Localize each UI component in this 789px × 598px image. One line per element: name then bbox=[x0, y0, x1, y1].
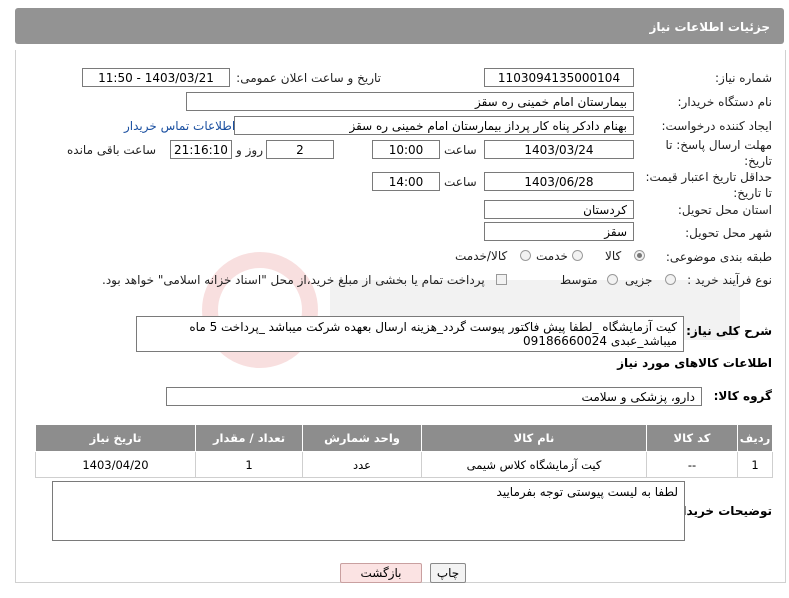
creator-label: ایجاد کننده درخواست: bbox=[661, 119, 772, 133]
process-medium-radio[interactable] bbox=[607, 274, 618, 285]
col-row: ردیف bbox=[737, 424, 773, 452]
province-field: کردستان bbox=[484, 200, 634, 219]
page-header: جزئیات اطلاعات نیاز bbox=[15, 8, 784, 44]
province-label: استان محل تحویل: bbox=[677, 203, 772, 217]
process-type-label: نوع فرآیند خرید : bbox=[687, 273, 772, 287]
city-field: سقز bbox=[484, 222, 634, 241]
city-label: شهر محل تحویل: bbox=[685, 226, 772, 240]
table-row: 1 -- کیت آزمایشگاه کلاس شیمی عدد 1 1403/… bbox=[35, 451, 773, 478]
description-label: شرح کلی نیاز: bbox=[686, 324, 772, 338]
category-service-radio[interactable] bbox=[572, 250, 583, 261]
goods-table-header: ردیف کد کالا نام کالا واحد شمارش تعداد /… bbox=[35, 424, 773, 452]
deadline-time-field: 10:00 bbox=[372, 140, 440, 159]
category-label: طبقه بندی موضوعی: bbox=[665, 250, 772, 264]
page-title: جزئیات اطلاعات نیاز bbox=[649, 20, 770, 34]
back-button[interactable]: بازگشت bbox=[340, 563, 422, 583]
cell-need-date: 1403/04/20 bbox=[35, 451, 196, 478]
buyer-contact-link[interactable]: اطلاعات تماس خریدار bbox=[124, 119, 235, 133]
process-medium-label: متوسط bbox=[560, 273, 598, 287]
deadline-date-field: 1403/03/24 bbox=[484, 140, 634, 159]
description-field: کیت آزمایشگاه _لطفا پیش فاکتور پیوست گرد… bbox=[136, 316, 684, 352]
category-goods-label: کالا bbox=[605, 249, 622, 263]
cell-quantity: 1 bbox=[195, 451, 303, 478]
category-both-label: کالا/خدمت bbox=[455, 249, 508, 263]
buyer-org-label: نام دستگاه خریدار: bbox=[677, 95, 773, 109]
treasury-payment-note: پرداخت تمام یا بخشی از مبلغ خرید،از محل … bbox=[102, 273, 485, 287]
goods-section-title: اطلاعات کالاهای مورد نیاز bbox=[617, 356, 772, 370]
creator-field: بهنام دادکر پناه کار پرداز بیمارستان اما… bbox=[234, 116, 634, 135]
category-both-radio[interactable] bbox=[520, 250, 531, 261]
validity-time-field: 14:00 bbox=[372, 172, 440, 191]
cell-row: 1 bbox=[737, 451, 773, 478]
buyer-notes-label: توضیحات خریدار: bbox=[670, 504, 772, 518]
remaining-time-field: 21:16:10 bbox=[170, 140, 232, 159]
category-service-label: خدمت bbox=[536, 249, 568, 263]
deadline-label: مهلت ارسال پاسخ: تا تاریخ: bbox=[665, 138, 772, 168]
cell-unit: عدد bbox=[302, 451, 422, 478]
validity-date-field: 1403/06/28 bbox=[484, 172, 634, 191]
col-quantity: تعداد / مقدار bbox=[195, 424, 303, 452]
process-minor-label: جزیی bbox=[625, 273, 653, 287]
buyer-org-field: بیمارستان امام خمینی ره سقز bbox=[186, 92, 634, 111]
announce-date-field: 1403/03/21 - 11:50 bbox=[82, 68, 230, 87]
remaining-days-field: 2 bbox=[266, 140, 334, 159]
buyer-notes-field: لطفا به لیست پیوستی توجه بفرمایید bbox=[52, 481, 685, 541]
goods-group-field: دارو، پزشکی و سلامت bbox=[166, 387, 702, 406]
col-name: نام کالا bbox=[421, 424, 647, 452]
validity-label: حداقل تاریخ اعتبار قیمت: تا تاریخ: bbox=[645, 170, 772, 200]
col-need-date: تاریخ نیاز bbox=[35, 424, 196, 452]
cell-name: کیت آزمایشگاه کلاس شیمی bbox=[421, 451, 647, 478]
announce-date-label: تاریخ و ساعت اعلان عمومی: bbox=[236, 71, 381, 85]
deadline-time-label: ساعت bbox=[444, 143, 477, 157]
validity-time-label: ساعت bbox=[444, 175, 477, 189]
cell-code: -- bbox=[646, 451, 738, 478]
need-number-label: شماره نیاز: bbox=[715, 71, 772, 85]
print-button[interactable]: چاپ bbox=[430, 563, 466, 583]
need-number-field: 1103094135000104 bbox=[484, 68, 634, 87]
col-unit: واحد شمارش bbox=[302, 424, 422, 452]
goods-table: ردیف کد کالا نام کالا واحد شمارش تعداد /… bbox=[35, 424, 773, 478]
treasury-payment-checkbox[interactable] bbox=[496, 274, 507, 285]
goods-group-label: گروه کالا: bbox=[713, 389, 772, 403]
remaining-time-label: ساعت باقی مانده bbox=[67, 143, 157, 157]
process-minor-radio[interactable] bbox=[665, 274, 676, 285]
remaining-days-label: روز و bbox=[236, 143, 263, 157]
category-goods-radio[interactable] bbox=[634, 250, 645, 261]
col-code: کد کالا bbox=[646, 424, 738, 452]
